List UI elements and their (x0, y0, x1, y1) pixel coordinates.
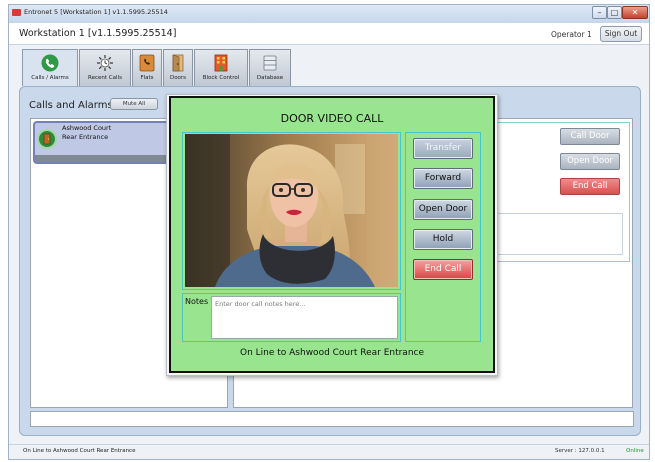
transfer-button[interactable]: Transfer (413, 138, 473, 159)
tab-label: Flats (140, 75, 154, 81)
call-info-box (497, 213, 623, 255)
dialog-status-text: On Line to Ashwood Court Rear Entrance (239, 348, 425, 358)
door-camera-video (185, 134, 398, 287)
tab-label: Doors (169, 75, 187, 81)
tab-label: Block Control (202, 75, 240, 81)
database-icon (263, 55, 277, 71)
door-call-icon (37, 129, 57, 149)
call-card-door: Rear Entrance (62, 133, 109, 141)
minimize-button[interactable]: – (592, 6, 607, 19)
close-button[interactable]: ✕ (622, 6, 648, 19)
door-glyph-icon (43, 133, 51, 145)
mute-all-button[interactable]: Mute All (110, 98, 158, 110)
sign-out-button[interactable]: Sign Out (600, 26, 642, 42)
dialog-title: DOOR VIDEO CALL (280, 112, 384, 125)
call-door-button[interactable]: Call Door (560, 128, 620, 145)
building-icon (214, 54, 228, 72)
tab-label: Recent Calls (88, 75, 122, 81)
video-feed-image (185, 134, 398, 287)
hold-button[interactable]: Hold (413, 229, 473, 250)
call-card-stripe (35, 155, 171, 162)
window-title: Entronet 5 [Workstation 1] v1.1.5995.255… (24, 8, 168, 16)
dialog-end-call-button[interactable]: End Call (413, 259, 473, 280)
notes-label: Notes (185, 297, 209, 306)
workstation-title: Workstation 1 [v1.1.5995.25514] (19, 28, 177, 39)
connection-status: Online (626, 448, 644, 454)
tab-recent-calls[interactable]: Recent Calls (79, 49, 131, 86)
tab-doors[interactable]: Doors (163, 49, 193, 86)
tab-flats[interactable]: Flats (132, 49, 162, 86)
calls-heading: Calls and Alarms (29, 100, 113, 111)
tab-label: Calls / Alarms (31, 75, 69, 81)
dialog-open-door-button[interactable]: Open Door (413, 199, 473, 220)
handset-book-icon (139, 54, 155, 72)
tab-block-control[interactable]: Block Control (194, 49, 248, 86)
clock-icon (97, 55, 113, 71)
operator-name: Operator 1 (551, 30, 592, 39)
open-door-button[interactable]: Open Door (560, 153, 620, 170)
status-message: On Line to Ashwood Court Rear Entrance (23, 448, 136, 454)
end-call-button[interactable]: End Call (560, 178, 620, 195)
notes-input[interactable] (211, 296, 398, 339)
tab-database[interactable]: Database (249, 49, 291, 86)
app-icon (12, 9, 21, 16)
tab-calls-alarms[interactable]: Calls / Alarms (22, 49, 78, 86)
bottom-info-bar (30, 411, 634, 427)
door-icon (172, 54, 184, 72)
forward-button[interactable]: Forward (413, 168, 473, 189)
tab-label: Database (256, 75, 284, 81)
call-card-site: Ashwood Court (62, 124, 112, 132)
phone-icon (41, 54, 59, 72)
server-address: Server : 127.0.0.1 (555, 448, 605, 454)
maximize-button[interactable]: □ (607, 6, 622, 19)
